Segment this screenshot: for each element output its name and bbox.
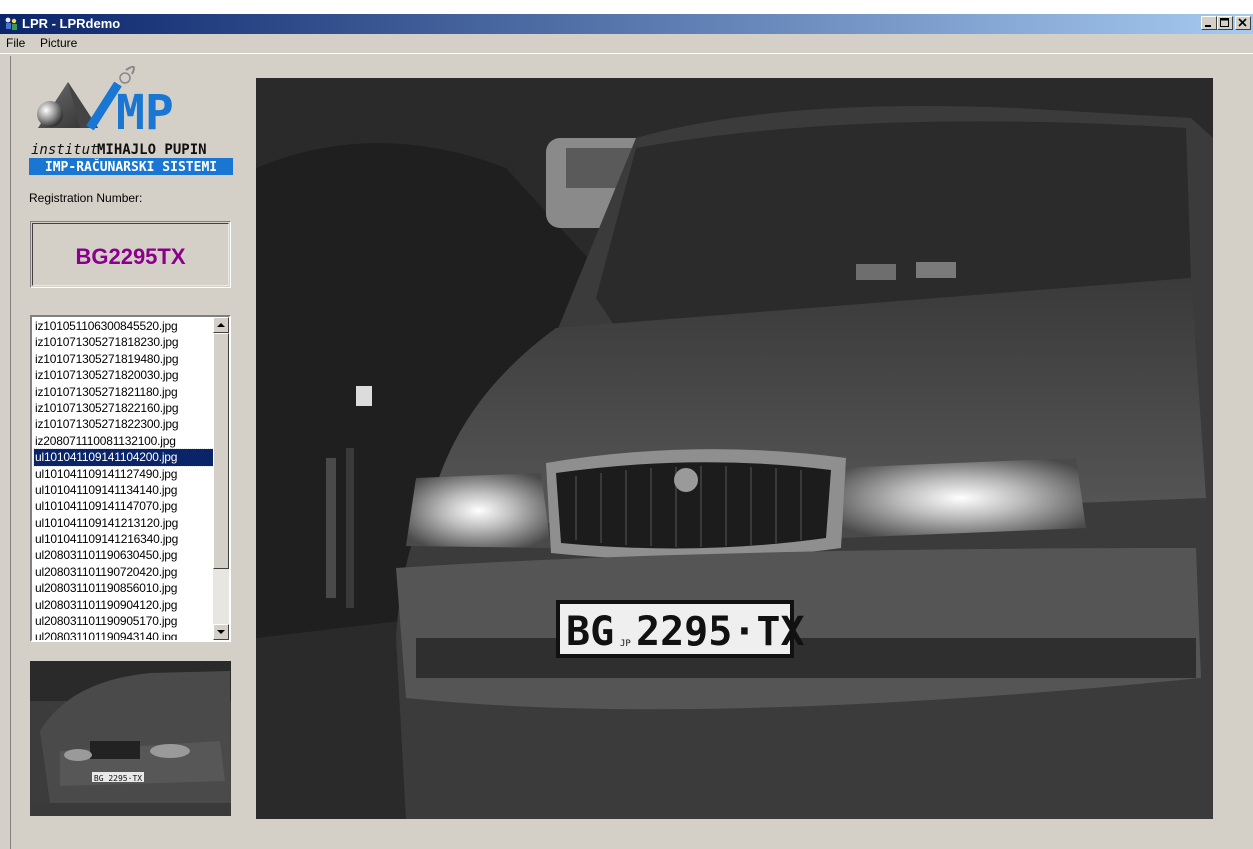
close-button[interactable] xyxy=(1235,16,1251,30)
list-item[interactable]: iz101071305271818230.jpg xyxy=(34,334,214,350)
logo-institut-text: institut xyxy=(31,142,98,158)
app-window: LPR - LPRdemo File Picture MP institut M… xyxy=(0,14,1253,849)
maximize-button[interactable] xyxy=(1217,16,1233,30)
file-listbox[interactable]: iz101051106300845520.jpg iz1010713052718… xyxy=(30,315,231,642)
app-icon xyxy=(5,17,17,30)
list-item[interactable]: ul101041109141147070.jpg xyxy=(34,498,214,514)
minimize-button[interactable] xyxy=(1201,16,1217,30)
car-photo: BG ЈР 2295·TX xyxy=(256,78,1213,819)
registration-display: BG2295TX xyxy=(30,221,231,288)
close-icon xyxy=(1238,18,1247,27)
list-item[interactable]: ul101041109141216340.jpg xyxy=(34,531,214,547)
list-item[interactable]: ul208031101190904120.jpg xyxy=(34,597,214,613)
menu-picture[interactable]: Picture xyxy=(40,36,77,50)
list-item[interactable]: ul208031101190630450.jpg xyxy=(34,547,214,563)
menu-separator xyxy=(0,53,1253,54)
list-item[interactable]: ul101041109141213120.jpg xyxy=(34,515,214,531)
logo-subtitle-text: IMP-RAČUNARSKI SISTEMI xyxy=(45,159,217,175)
logo-mp-text: MP xyxy=(116,85,174,141)
list-item-selected[interactable]: ul101041109141104200.jpg xyxy=(33,448,215,467)
list-item[interactable]: iz101071305271820030.jpg xyxy=(34,367,214,383)
list-item[interactable]: iz101071305271821180.jpg xyxy=(34,384,214,400)
list-item[interactable]: iz101071305271819480.jpg xyxy=(34,351,214,367)
main-picture: BG ЈР 2295·TX xyxy=(256,78,1213,819)
plate-prefix: BG xyxy=(566,609,614,655)
list-scrollbar[interactable] xyxy=(213,317,229,640)
arrow-up-icon xyxy=(217,323,225,327)
list-item[interactable]: ul208031101190943140.jpg xyxy=(34,629,214,640)
registration-label: Registration Number: xyxy=(29,191,143,205)
list-item[interactable]: ul208031101190720420.jpg xyxy=(34,564,214,580)
list-item[interactable]: ul208031101190856010.jpg xyxy=(34,580,214,596)
client-border xyxy=(10,56,11,849)
car-thumbnail: BG 2295·TX xyxy=(30,661,231,803)
window-title: LPR - LPRdemo xyxy=(22,16,121,31)
imp-logo-icon: MP institut MIHAJLO PUPIN IMP-RAČUNARSKI… xyxy=(29,65,233,175)
thumbnail-image: BG 2295·TX xyxy=(30,661,231,816)
list-item[interactable]: iz101071305271822300.jpg xyxy=(34,416,214,432)
menu-file[interactable]: File xyxy=(6,36,25,50)
thumbnail-plate-text: BG 2295·TX xyxy=(94,774,142,783)
list-item[interactable]: ul101041109141127490.jpg xyxy=(34,466,214,482)
scroll-down-button[interactable] xyxy=(213,624,229,640)
arrow-down-icon xyxy=(217,630,225,634)
title-bar[interactable]: LPR - LPRdemo xyxy=(0,14,1253,34)
file-list: iz101051106300845520.jpg iz1010713052718… xyxy=(33,318,215,640)
list-item[interactable]: iz101051106300845520.jpg xyxy=(34,318,214,334)
list-item[interactable]: iz101071305271822160.jpg xyxy=(34,400,214,416)
minimize-icon xyxy=(1205,25,1211,27)
scroll-thumb[interactable] xyxy=(213,333,229,569)
maximize-icon xyxy=(1220,18,1229,27)
list-item[interactable]: iz208071110081132100.jpg xyxy=(34,433,214,449)
logo-name-text: MIHAJLO PUPIN xyxy=(97,142,207,158)
list-item[interactable]: ul208031101190905170.jpg xyxy=(34,613,214,629)
scroll-up-button[interactable] xyxy=(213,317,229,333)
plate-main-text: 2295·TX xyxy=(636,609,805,655)
menu-bar: File Picture xyxy=(0,34,1253,52)
registration-value: BG2295TX xyxy=(75,244,186,269)
institute-logo: MP institut MIHAJLO PUPIN IMP-RAČUNARSKI… xyxy=(28,62,234,180)
plate-small-text: ЈР xyxy=(620,639,631,649)
list-item[interactable]: ul101041109141134140.jpg xyxy=(34,482,214,498)
